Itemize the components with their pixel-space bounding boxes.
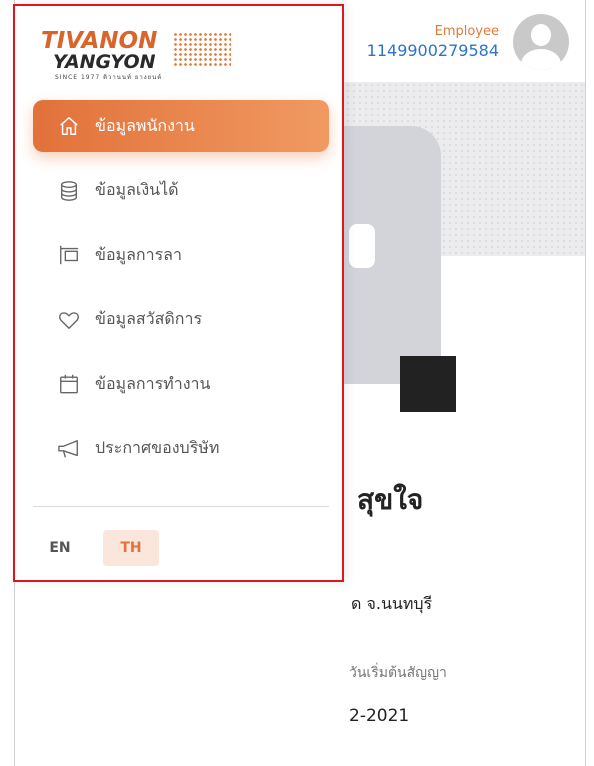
menu-item-income[interactable]: ข้อมูลเงินได้ — [33, 165, 329, 217]
menu-item-welfare[interactable]: ข้อมูลสวัสดิการ — [33, 294, 329, 346]
calendar-icon — [57, 372, 81, 396]
menu-item-announcements[interactable]: ประกาศของบริษัท — [33, 423, 329, 475]
language-en-button[interactable]: EN — [37, 530, 83, 566]
employee-name: สุขใจ — [357, 483, 424, 516]
database-icon — [57, 179, 81, 203]
menu-label: ข้อมูลเงินได้ — [95, 180, 179, 199]
menu-label: ข้อมูลสวัสดิการ — [95, 309, 203, 328]
avatar-body-shape — [521, 49, 561, 70]
menu-label: ประกาศของบริษัท — [95, 438, 220, 457]
contract-start-label: วันเริ่มต้นสัญญา — [349, 665, 447, 681]
menu-item-work[interactable]: ข้อมูลการทำงาน — [33, 358, 329, 410]
photo-badge — [400, 356, 456, 412]
megaphone-icon — [57, 437, 81, 461]
side-drawer: TIVANON YANGYON SINCE 1977 ติวานนท์ ยางย… — [13, 4, 344, 582]
language-th-button[interactable]: TH — [103, 530, 159, 566]
menu-item-employee-info[interactable]: ข้อมูลพนักงาน — [33, 100, 329, 152]
avatar-head-shape — [531, 24, 551, 46]
company-logo[interactable]: TIVANON YANGYON SINCE 1977 ติวานนท์ ยางย… — [37, 24, 237, 86]
home-icon — [57, 114, 81, 138]
sign-icon — [57, 243, 81, 267]
logo-line2: YANGYON — [53, 51, 156, 73]
menu-label: ข้อมูลการทำงาน — [95, 373, 211, 393]
avatar[interactable] — [513, 14, 569, 70]
employee-branch: ด จ.นนทบุรี — [351, 594, 433, 613]
photo-cutout — [349, 224, 375, 268]
menu-item-leave[interactable]: ข้อมูลการลา — [33, 229, 329, 281]
heart-icon — [57, 308, 81, 332]
contract-start-value: 2-2021 — [349, 706, 410, 726]
menu-label: ข้อมูลการลา — [95, 244, 182, 264]
drawer-divider — [33, 506, 329, 507]
logo-dot-pattern — [173, 32, 231, 68]
menu-label: ข้อมูลพนักงาน — [95, 115, 195, 135]
employee-role-label: Employee — [434, 24, 499, 39]
logo-tagline: SINCE 1977 ติวานนท์ ยางยนต์ — [55, 74, 163, 81]
drawer-menu: ข้อมูลพนักงาน ข้อมูลเงินได้ ข้อมูลการลา — [33, 100, 329, 487]
employee-id: 1149900279584 — [366, 41, 499, 60]
